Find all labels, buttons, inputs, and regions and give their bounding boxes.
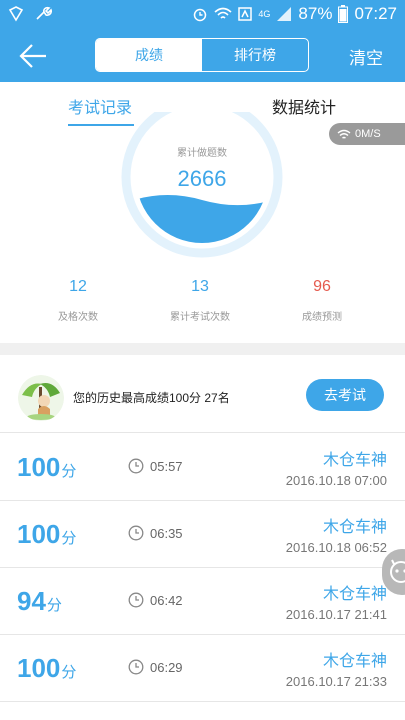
back-arrow-icon[interactable] (16, 40, 52, 72)
stat-label: 累计考试次数 (170, 312, 230, 323)
record-username: 木仓车神 (322, 452, 387, 469)
clock-icon (128, 592, 144, 608)
tab-leaderboard[interactable]: 排行榜 (202, 39, 308, 71)
stat-value: 13 (191, 278, 209, 295)
clock-time: 07:27 (354, 4, 397, 23)
score-unit: 分 (61, 530, 77, 547)
record-username: 木仓车神 (322, 586, 387, 603)
wifi-icon (337, 129, 351, 139)
record-date: 2016.10.17 21:41 (285, 607, 387, 622)
clock-icon (128, 458, 144, 474)
battery-percent: 87% (298, 4, 333, 23)
avatar[interactable] (18, 375, 64, 421)
record-item[interactable]: 94分 06:42 木仓车神 2016.10.17 21:41 (0, 568, 405, 635)
clock-icon (128, 525, 144, 541)
record-item[interactable]: 100分 05:57 木仓车神 2016.10.18 07:00 (0, 434, 405, 501)
record-duration: 06:42 (150, 593, 183, 608)
shield-notification-icon (8, 6, 24, 22)
record-item[interactable]: 100分 06:29 木仓车神 2016.10.17 21:33 (0, 635, 405, 702)
stat-exam-count: 13 累计考试次数 (140, 278, 260, 323)
speed-value: 0M/S (355, 128, 381, 140)
segmented-control: 成绩 排行榜 (95, 38, 309, 72)
app-bar: 成绩 排行榜 清空 (0, 30, 405, 82)
record-score: 100分 (17, 452, 76, 483)
signal-icon (277, 7, 292, 21)
history-best-text: 您的历史最高成绩100分 27名 (73, 391, 230, 405)
tool-notification-icon (36, 6, 52, 20)
score-value: 100 (17, 653, 61, 683)
stat-pass-count: 12 及格次数 (18, 278, 138, 323)
go-exam-button[interactable]: 去考试 (306, 379, 384, 411)
stat-label: 及格次数 (58, 312, 98, 323)
clear-button[interactable]: 清空 (349, 44, 383, 69)
battery-icon (338, 5, 349, 23)
stat-value: 96 (313, 278, 331, 295)
record-score: 100分 (17, 653, 76, 684)
speed-badge: 0M/S (329, 123, 405, 145)
record-date: 2016.10.18 06:52 (285, 540, 387, 555)
record-date: 2016.10.17 21:33 (285, 674, 387, 689)
score-value: 100 (17, 452, 61, 482)
score-unit: 分 (61, 463, 77, 480)
tab-scores[interactable]: 成绩 (96, 39, 202, 71)
clock-icon (128, 659, 144, 675)
stat-value: 12 (69, 278, 87, 295)
record-score: 94分 (17, 586, 62, 617)
record-duration: 06:35 (150, 526, 183, 541)
record-username: 木仓车神 (322, 653, 387, 670)
score-value: 94 (17, 586, 46, 616)
gauge-value: 2666 (177, 166, 227, 191)
section-divider (0, 343, 405, 355)
status-bar: 4G 87% 07:27 (0, 0, 405, 30)
data-icon (238, 7, 253, 21)
score-unit: 分 (61, 664, 77, 681)
alarm-icon (194, 8, 207, 22)
stat-score-prediction: 96 成绩预测 (262, 278, 382, 323)
wifi-icon (214, 7, 232, 19)
record-username: 木仓车神 (322, 519, 387, 536)
record-duration: 05:57 (150, 459, 183, 474)
record-duration: 06:29 (150, 660, 183, 675)
history-best-row: 您的历史最高成绩100分 27名 去考试 (0, 355, 405, 433)
record-date: 2016.10.18 07:00 (285, 473, 387, 488)
stat-label: 成绩预测 (302, 312, 342, 323)
record-score: 100分 (17, 519, 76, 550)
record-item[interactable]: 100分 06:35 木仓车神 2016.10.18 06:52 (0, 501, 405, 568)
network-type: 4G (258, 9, 271, 19)
score-value: 100 (17, 519, 61, 549)
gauge-label: 累计做题数 (177, 148, 227, 159)
score-unit: 分 (46, 597, 62, 614)
